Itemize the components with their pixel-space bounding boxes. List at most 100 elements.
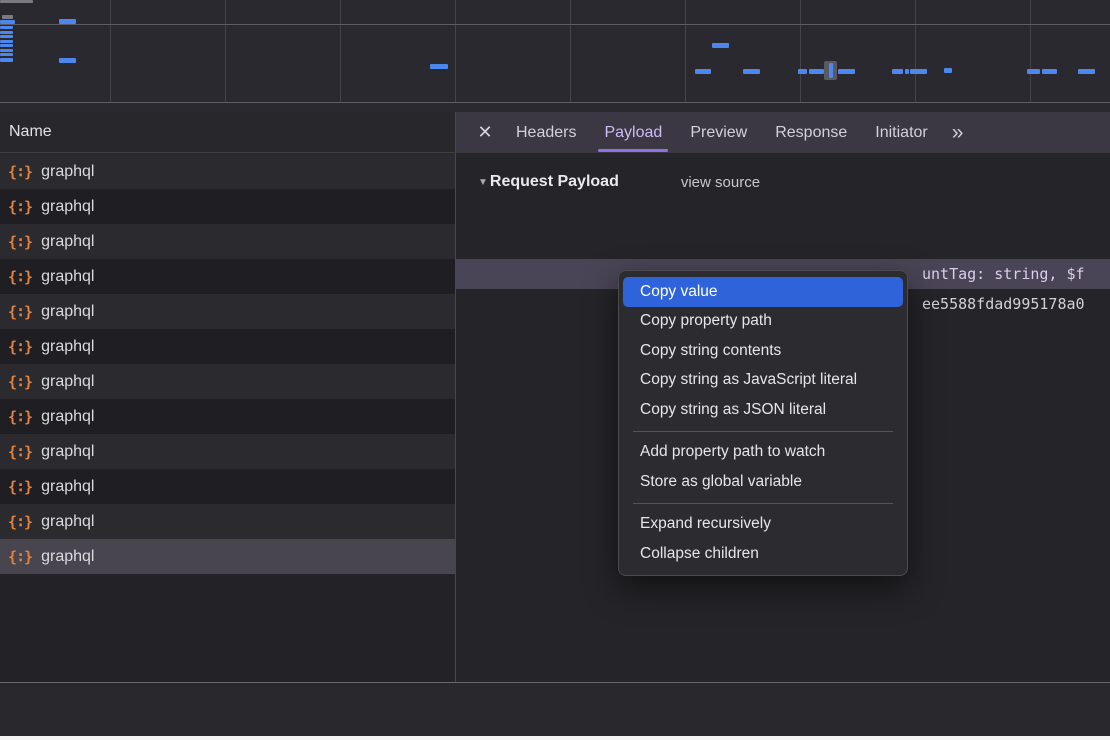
request-row[interactable]: {∶}graphql [0, 224, 455, 259]
devtools-window: Name {∶}graphql{∶}graphql{∶}graphql{∶}gr… [0, 0, 1110, 740]
payload-operationname-row[interactable]: operationName: "ipFlowTimeseries" [456, 229, 1110, 259]
request-timing-bar [2, 15, 13, 19]
request-name: graphql [41, 198, 94, 216]
menu-item-add-property-path-to-watch[interactable]: Add property path to watch [623, 438, 903, 468]
menu-item-expand-recursively[interactable]: Expand recursively [623, 510, 903, 540]
request-row[interactable]: {∶} graphql [0, 539, 455, 574]
json-fetch-icon: {∶} [8, 443, 32, 461]
section-collapse-arrow-icon[interactable]: ▼ [478, 177, 488, 188]
timeline-gridline [455, 0, 456, 102]
tab-response[interactable]: Response [761, 112, 861, 153]
request-timing-bar [1027, 69, 1040, 74]
timeline-gridline [225, 0, 226, 102]
payload-root-row[interactable]: ▼ {operationName: "ipFlowTimeseries", va… [456, 199, 1110, 229]
request-name: graphql [41, 548, 94, 566]
request-row[interactable]: {∶} graphql [0, 329, 455, 364]
close-panel-button[interactable]: ✕ [468, 112, 502, 153]
request-timing-bar [0, 20, 15, 24]
request-timing-bar [838, 69, 855, 74]
json-fetch-icon: {∶} [8, 198, 32, 216]
request-name: graphql [41, 408, 94, 426]
request-row[interactable]: {∶} graphql [0, 399, 455, 434]
name-column-label: Name [9, 123, 52, 141]
request-payload-section-header[interactable]: ▼ Request Payload view source [456, 165, 1110, 199]
request-row[interactable]: {∶}graphql [0, 434, 455, 469]
request-timing-bar [798, 69, 807, 74]
request-timing-bar [0, 58, 13, 62]
menu-item-copy-string-as-json-literal[interactable]: Copy string as JSON literal [623, 395, 903, 425]
request-timing-bar [944, 68, 952, 73]
request-timing-bar [905, 69, 909, 74]
timeline-gridline [110, 0, 111, 102]
timeline-gridline [0, 102, 1110, 103]
more-tabs-button[interactable]: » [942, 112, 974, 153]
panel-divider[interactable] [455, 112, 456, 736]
tabs: HeadersPayloadPreviewResponseInitiator [502, 112, 942, 153]
request-row[interactable]: {∶}graphql [0, 154, 455, 189]
request-timing-bar [0, 49, 13, 52]
timeline-gridline [915, 0, 916, 102]
request-timing-bar [0, 40, 13, 43]
timeline-gridline [685, 0, 686, 102]
request-name: graphql [41, 233, 94, 251]
status-footer [0, 683, 1110, 736]
menu-item-copy-property-path[interactable]: Copy property path [623, 307, 903, 337]
network-overview-timeline[interactable] [0, 0, 1110, 112]
tab-payload[interactable]: Payload [590, 112, 676, 153]
close-icon: ✕ [477, 122, 492, 143]
timeline-gridline [800, 0, 801, 102]
request-timing-bar [712, 43, 729, 48]
json-fetch-icon: {∶} [8, 408, 32, 426]
timeline-gridline [0, 24, 1110, 25]
request-name: graphql [41, 373, 94, 391]
json-fetch-icon: {∶} [8, 548, 32, 566]
request-timing-bar [59, 19, 76, 24]
property-value-fragment: untTag: string, $f [922, 259, 1085, 289]
request-row[interactable]: {∶} graphql [0, 189, 455, 224]
timeline-gridline [1030, 0, 1031, 102]
timeline-gridline [340, 0, 341, 102]
json-fetch-icon: {∶} [8, 338, 32, 356]
timeline-gridline [570, 0, 571, 102]
request-list: {∶} graphql {∶} graphql {∶} graphql {∶} graphql… [0, 154, 455, 682]
json-fetch-icon: {∶} [8, 478, 32, 496]
request-timing-bar [0, 53, 13, 56]
json-fetch-icon: {∶} [8, 268, 32, 286]
menu-item-copy-string-as-javascript-literal[interactable]: Copy string as JavaScript literal [623, 366, 903, 396]
menu-divider [633, 503, 893, 504]
request-row[interactable]: {∶} graphql [0, 259, 455, 294]
request-timing-bar [430, 64, 448, 69]
request-timing-bar [695, 69, 711, 74]
details-tab-bar: ✕ HeadersPayloadPreviewResponseInitiator… [456, 112, 1110, 153]
name-column-header[interactable]: Name [0, 112, 455, 153]
request-timing-bar [59, 58, 76, 63]
request-timing-bar [743, 69, 760, 74]
request-row[interactable]: {∶} graphql [0, 294, 455, 329]
menu-item-collapse-children[interactable]: Collapse children [623, 539, 903, 569]
json-fetch-icon: {∶} [8, 513, 32, 531]
request-timing-bar [0, 31, 13, 34]
chevron-double-right-icon: » [952, 121, 964, 145]
request-timing-bar [910, 69, 927, 74]
request-row[interactable]: {∶} graphql [0, 469, 455, 504]
menu-item-copy-string-contents[interactable]: Copy string contents [623, 336, 903, 366]
menu-item-copy-value[interactable]: Copy value [623, 277, 903, 307]
request-row[interactable]: {∶}graphql [0, 504, 455, 539]
json-fetch-icon: {∶} [8, 303, 32, 321]
tab-preview[interactable]: Preview [676, 112, 761, 153]
menu-item-store-as-global-variable[interactable]: Store as global variable [623, 467, 903, 497]
json-fetch-icon: {∶} [8, 373, 32, 391]
request-timing-bar [0, 35, 13, 38]
window-bottom-edge [0, 736, 1110, 740]
request-row[interactable]: {∶} graphql [0, 364, 455, 399]
tab-headers[interactable]: Headers [502, 112, 590, 153]
json-fetch-icon: {∶} [8, 163, 32, 181]
tab-initiator[interactable]: Initiator [861, 112, 941, 153]
request-timing-bar [829, 63, 833, 78]
request-name: graphql [41, 478, 94, 496]
request-name: graphql [41, 268, 94, 286]
request-name: graphql [41, 303, 94, 321]
request-name: graphql [41, 338, 94, 356]
view-source-link[interactable]: view source [681, 174, 760, 191]
request-timing-bar [0, 44, 13, 47]
